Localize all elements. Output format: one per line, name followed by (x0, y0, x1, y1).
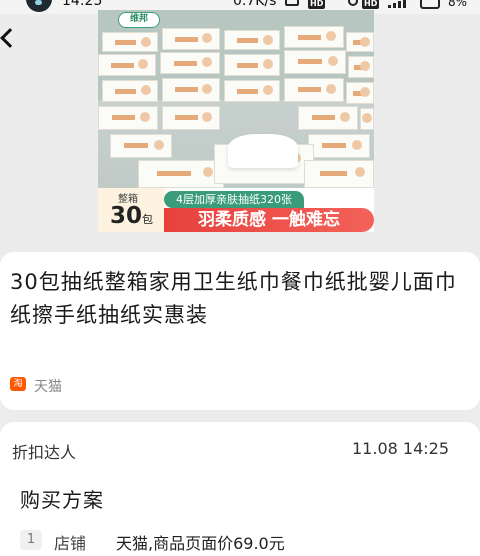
section-title: 购买方案 (20, 488, 104, 512)
tissue-pack (360, 108, 374, 130)
tissue-pack (162, 106, 220, 130)
tissue-pack (162, 28, 220, 50)
tissue-pack (308, 134, 370, 158)
back-button[interactable] (0, 24, 20, 54)
tissue-pack (138, 160, 224, 188)
brand-logo: 维邦 (118, 12, 160, 28)
tissue-pack (160, 52, 220, 74)
tissue-pack (346, 82, 374, 104)
tissue-pack (98, 54, 156, 76)
tissue-pack (110, 134, 172, 158)
tissue-pack (102, 32, 158, 52)
hd-badge: HD (308, 0, 326, 9)
tissue-pack (284, 26, 344, 48)
tissue-pack (224, 80, 280, 102)
post-time: 11.08 14:25 (352, 439, 449, 458)
battery-level: 8% (448, 0, 468, 9)
badge-number: 30包 (110, 202, 153, 232)
image-slogan: 羽柔质感 一触难忘 (164, 208, 374, 232)
tissue-pack (304, 160, 374, 188)
tissue-pack (162, 78, 220, 102)
tissue-pack (348, 56, 374, 78)
tissue-pack (284, 50, 346, 74)
tissue-pack (346, 32, 374, 52)
badge-count: 30 (110, 203, 143, 229)
badge-unit: 包 (142, 213, 154, 226)
tissue-pack (102, 80, 158, 102)
hd-badge: HD (362, 0, 380, 9)
tissue-pack (98, 106, 158, 130)
status-time: 14:25 (62, 0, 103, 9)
image-tagline: 4层加厚亲肤抽纸320张 (164, 191, 304, 208)
taobao-icon: 淘 (10, 377, 26, 391)
battery-icon (420, 0, 440, 9)
tissue-pack (224, 30, 280, 50)
plan-step-value: 天猫,商品页面价69.0元 (116, 534, 285, 553)
shop-name: 天猫 (34, 379, 62, 395)
author-name[interactable]: 折扣达人 (12, 439, 76, 463)
tissue-pack (284, 78, 344, 102)
product-image[interactable]: 维邦 整箱 30包 4层加厚亲肤抽纸320张 羽柔质感 一触难忘 (98, 10, 374, 232)
signal-off-icon (348, 0, 358, 6)
signal-icon (388, 0, 408, 10)
wifi-icon (285, 0, 299, 6)
tissue-sheet (228, 134, 298, 168)
app-notification-icon (26, 0, 52, 12)
plan-step-number: 1 (20, 530, 42, 550)
product-title: 30包抽纸整箱家用卫生纸巾餐巾纸批婴儿面巾纸擦手纸抽纸实惠装 (10, 270, 457, 327)
plan-step-label: 店铺 (54, 534, 87, 553)
tissue-pack (298, 106, 358, 130)
network-speed: 0.7K/s (233, 0, 277, 9)
tissue-pack (224, 54, 280, 76)
